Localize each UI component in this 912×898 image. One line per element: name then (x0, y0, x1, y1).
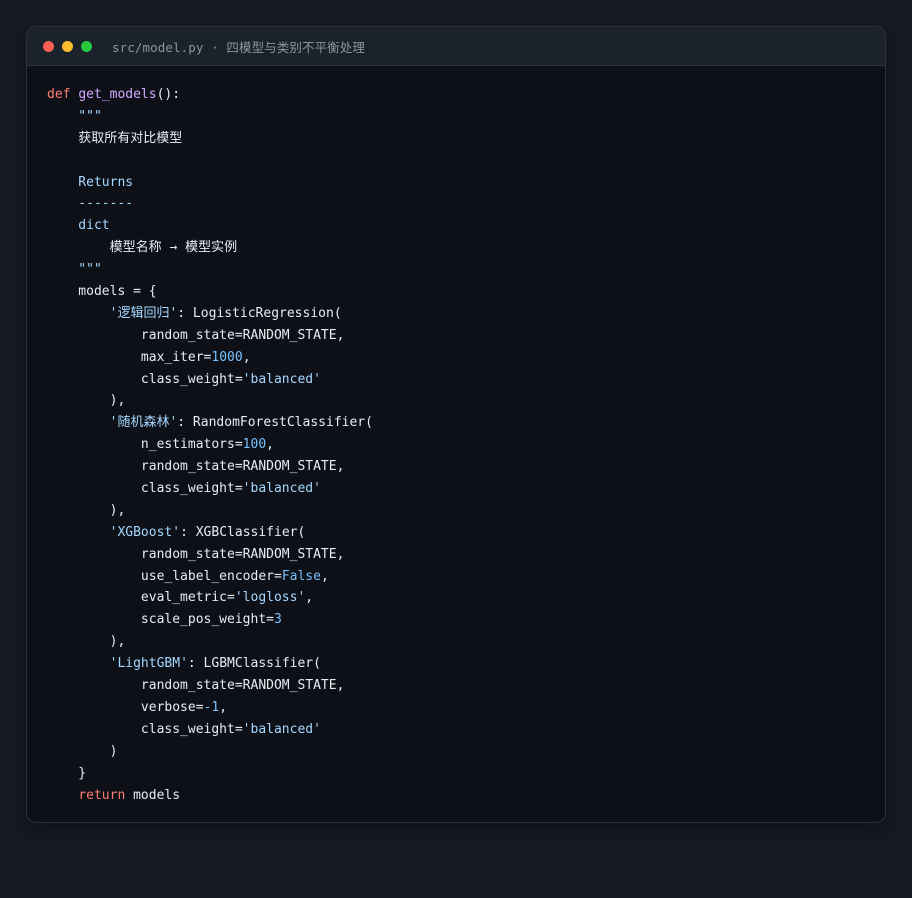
docstring-line: 模型名称 → 模型实例 (47, 240, 238, 256)
boolean-literal: False (281, 568, 321, 584)
code-line: ) (47, 743, 118, 759)
number-literal: -1 (203, 699, 220, 715)
code-line: class_weight='balanced' (47, 478, 885, 500)
code-line: max_iter=1000, (47, 347, 885, 369)
code-block: def get_models(): """ 获取所有对比模型 Returns -… (27, 66, 885, 806)
code-line: ), (47, 393, 126, 409)
window-titlebar: src/model.py · 四模型与类别不平衡处理 (27, 27, 885, 66)
code-text: class_weight= (47, 371, 243, 387)
code-text: , (242, 349, 251, 365)
code-line: '随机森林': RandomForestClassifier( (47, 412, 885, 434)
code-line: use_label_encoder=False, (47, 566, 885, 588)
code-line: return models (47, 785, 885, 807)
code-line: random_state=RANDOM_STATE, (47, 678, 345, 694)
code-line: def get_models(): (47, 84, 885, 106)
code-line: random_state=RANDOM_STATE, (47, 327, 345, 343)
code-text: : LGBMClassifier( (187, 656, 321, 672)
code-text: , (320, 568, 329, 584)
code-text: : LogisticRegression( (177, 305, 342, 321)
code-text: n_estimators= (47, 437, 243, 453)
string-literal: 'balanced' (242, 371, 321, 387)
code-line: class_weight='balanced' (47, 719, 885, 741)
keyword-def: def (47, 87, 71, 102)
dict-key: '逻辑回归' (109, 305, 178, 321)
code-text: class_weight= (47, 481, 243, 497)
docstring-line: Returns (47, 174, 134, 190)
dict-key: '随机森林' (109, 415, 178, 431)
code-text: models (125, 787, 181, 803)
dict-key: 'LightGBM' (109, 656, 188, 672)
code-text: (): (156, 87, 181, 102)
code-text: : RandomForestClassifier( (177, 415, 373, 431)
string-literal: 'balanced' (242, 481, 321, 497)
number-literal: 100 (242, 437, 267, 453)
code-text: , (305, 590, 314, 606)
code-text: , (266, 437, 274, 453)
code-line: ), (47, 634, 126, 650)
code-text: max_iter= (47, 349, 212, 365)
code-line: random_state=RANDOM_STATE, (47, 459, 345, 475)
keyword-return: return (78, 787, 126, 803)
docstring-line: dict (47, 218, 110, 234)
number-literal: 1000 (211, 349, 243, 365)
code-text: scale_pos_weight= (47, 612, 274, 628)
code-text: eval_metric= (47, 590, 235, 606)
maximize-window-button[interactable] (81, 40, 92, 52)
code-line: eval_metric='logloss', (47, 587, 885, 609)
code-text: class_weight= (47, 721, 243, 737)
code-text: : XGBClassifier( (180, 524, 306, 540)
code-text: , (219, 699, 228, 715)
docstring-line: ------- (47, 196, 134, 212)
docstring-line: 获取所有对比模型 (47, 130, 183, 146)
code-line: models = { (47, 284, 157, 300)
code-line: } (47, 765, 87, 781)
code-line: class_weight='balanced' (47, 369, 885, 391)
code-line: '逻辑回归': LogisticRegression( (47, 303, 885, 325)
close-window-button[interactable] (43, 40, 54, 52)
code-text: verbose= (47, 699, 204, 715)
code-line: 'XGBoost': XGBClassifier( (47, 522, 885, 544)
code-line: n_estimators=100, (47, 434, 885, 456)
string-literal: 'balanced' (242, 721, 321, 737)
string-literal: 'logloss' (234, 590, 306, 606)
dict-key: 'XGBoost' (109, 524, 181, 540)
function-name: get_models (78, 87, 157, 102)
code-text: use_label_encoder= (47, 568, 282, 584)
window-title: src/model.py · 四模型与类别不平衡处理 (112, 39, 365, 55)
code-line: verbose=-1, (47, 697, 885, 719)
code-line: random_state=RANDOM_STATE, (47, 546, 345, 562)
docstring-line: """ (47, 262, 102, 278)
number-literal: 3 (273, 612, 282, 628)
docstring-line: """ (47, 108, 102, 124)
code-window: src/model.py · 四模型与类别不平衡处理 def get_model… (26, 26, 886, 823)
code-line: scale_pos_weight=3 (47, 609, 885, 631)
minimize-window-button[interactable] (62, 40, 73, 52)
code-line: 'LightGBM': LGBMClassifier( (47, 653, 885, 675)
code-line: ), (47, 502, 126, 518)
